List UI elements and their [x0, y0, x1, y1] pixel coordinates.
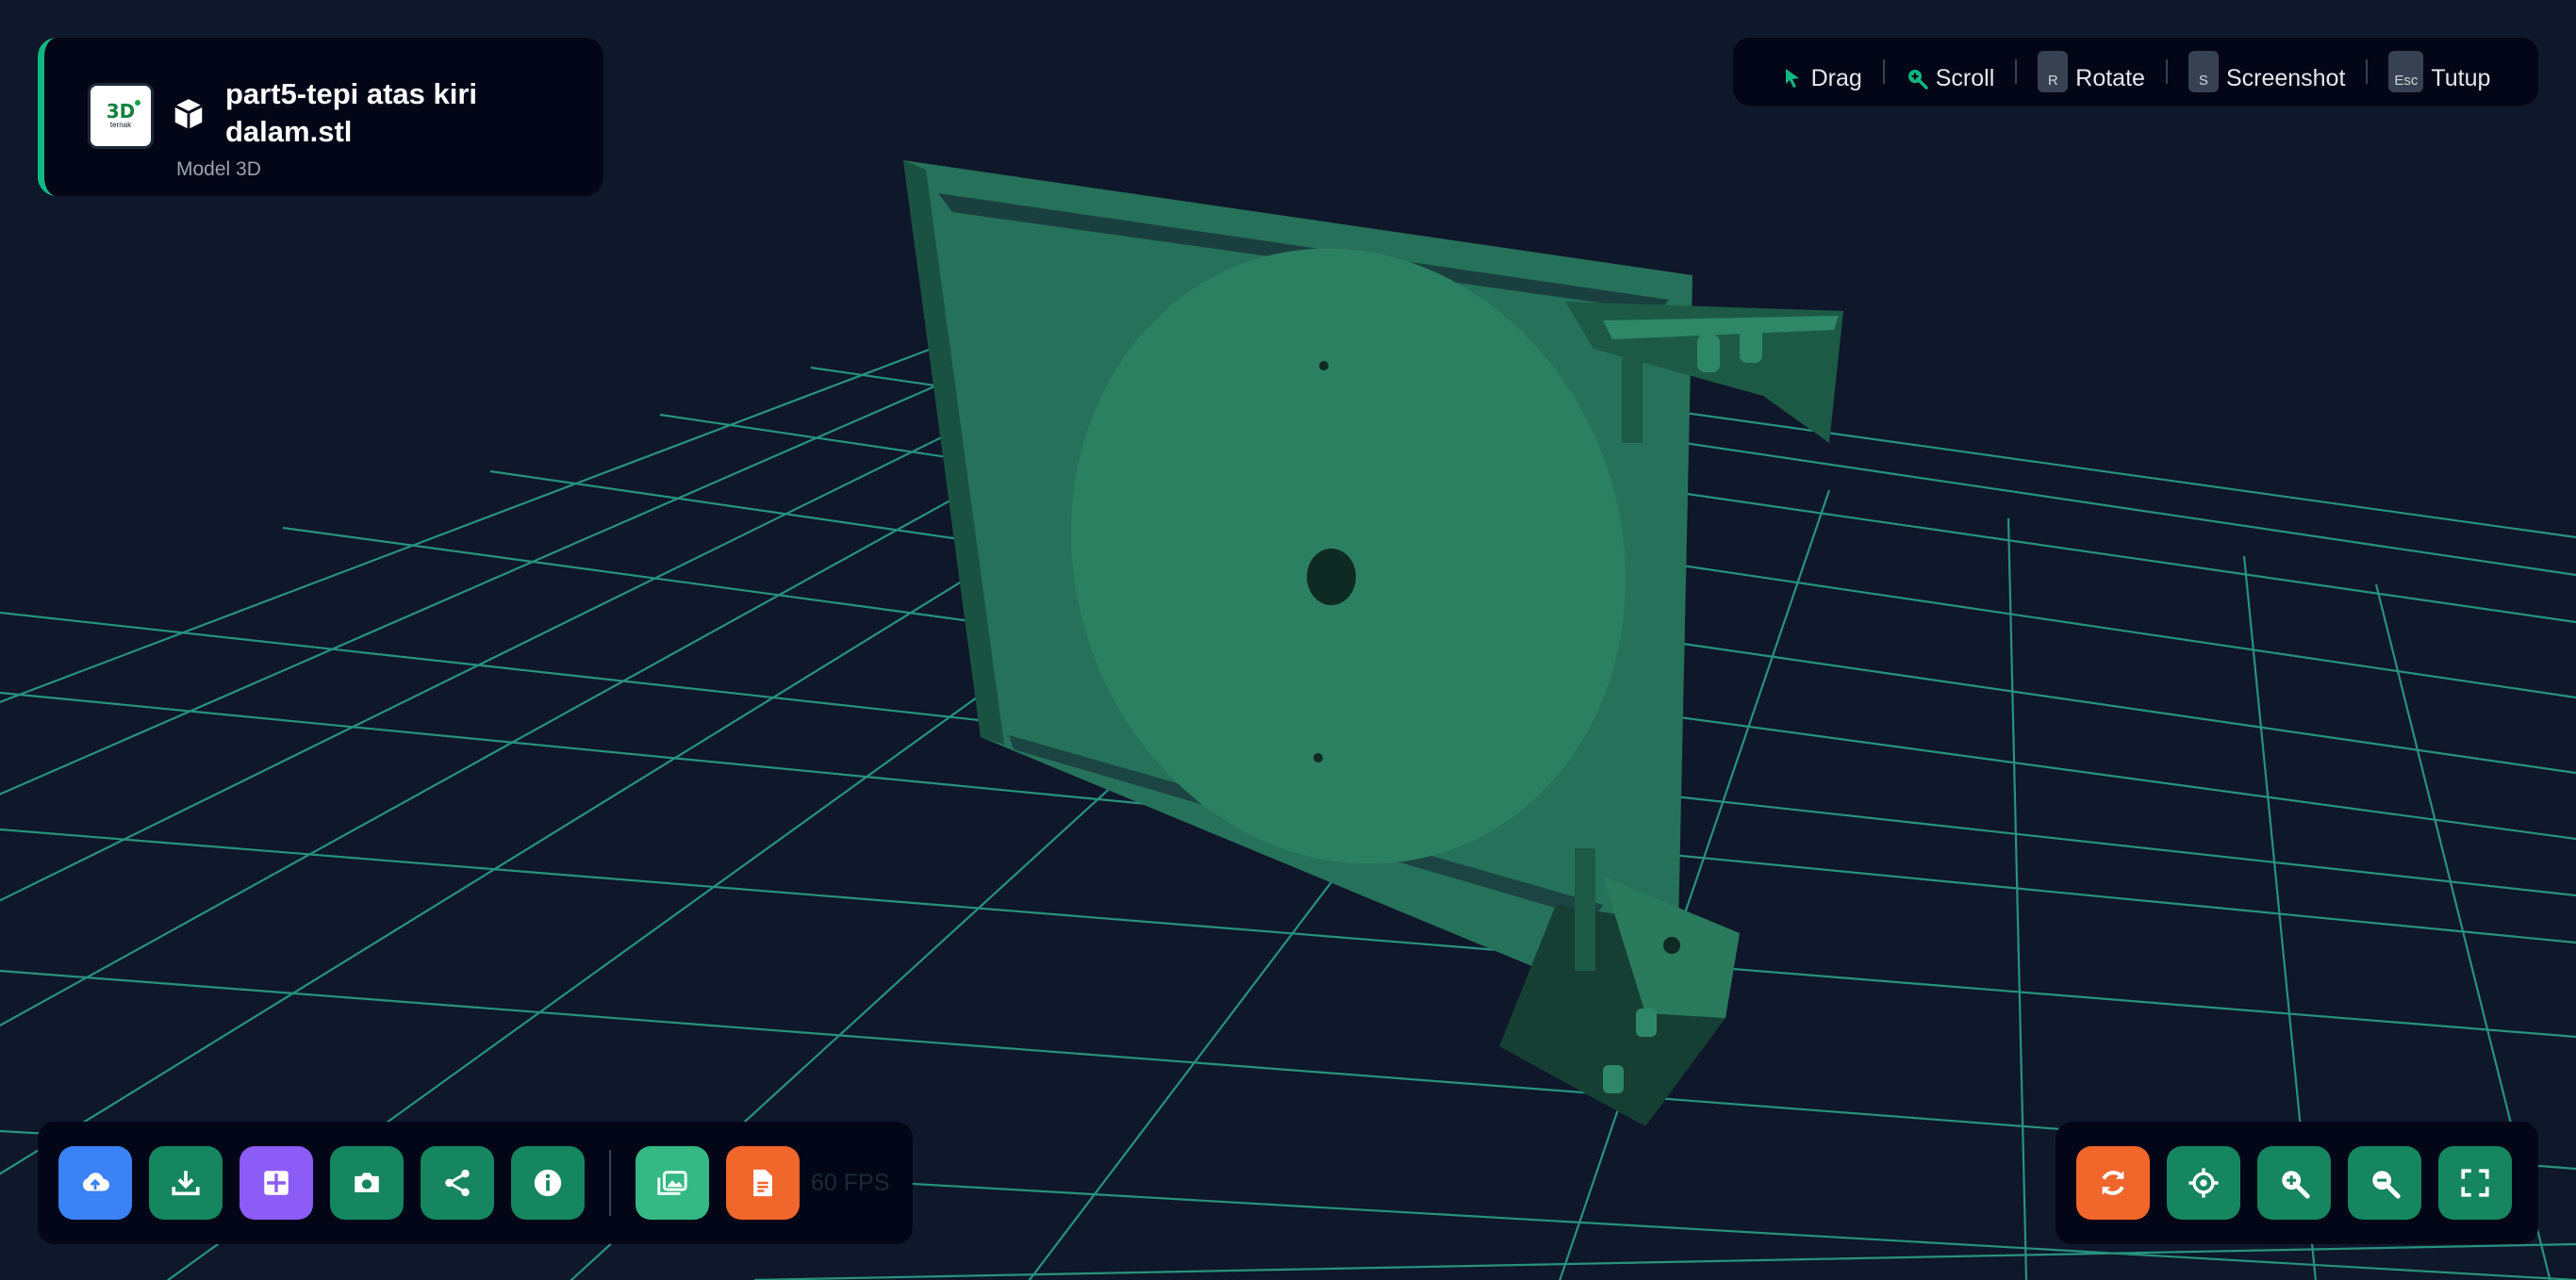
key-badge: Esc — [2388, 51, 2424, 92]
zoom-out-icon — [2372, 1171, 2401, 1199]
shortcut-rotate: R Rotate — [2017, 38, 2166, 106]
download-icon — [172, 1171, 200, 1196]
camera-icon — [355, 1173, 379, 1192]
shortcut-label: Rotate — [2075, 64, 2145, 91]
share-icon — [445, 1169, 470, 1197]
shortcut-label: Drag — [1810, 64, 1862, 91]
file-name: part5-tepi atas kiri dalam.stl — [225, 77, 478, 148]
cursor-icon — [1785, 69, 1799, 88]
grid-toggle-button[interactable] — [239, 1146, 313, 1220]
reset-view-button[interactable] — [2076, 1146, 2150, 1220]
refresh-icon — [2102, 1171, 2124, 1195]
fullscreen-button[interactable] — [2438, 1146, 2512, 1220]
stl-model[interactable] — [903, 160, 1843, 1126]
gallery-button[interactable] — [636, 1146, 709, 1220]
file-type-label: Model 3D — [176, 158, 261, 180]
zoom-out-button[interactable] — [2348, 1146, 2421, 1220]
zoom-in-icon — [2282, 1171, 2310, 1199]
shortcut-close: Esc Tutup — [2368, 38, 2511, 106]
info-button[interactable] — [511, 1146, 585, 1220]
shortcut-label: Tutup — [2431, 64, 2491, 91]
view-toolbar — [2056, 1122, 2538, 1244]
document-button[interactable] — [726, 1146, 800, 1220]
share-button[interactable] — [421, 1146, 494, 1220]
file-info-card: 3D ternak part5-tepi atas kiri dalam.stl… — [38, 38, 603, 196]
shortcut-label: Screenshot — [2225, 64, 2346, 91]
target-icon — [2188, 1168, 2219, 1198]
fps-counter: 60 FPS — [811, 1169, 890, 1196]
download-button[interactable] — [149, 1146, 223, 1220]
key-badge: S — [2188, 51, 2219, 92]
shortcut-label: Scroll — [1935, 64, 1995, 91]
zoom-in-button[interactable] — [2257, 1146, 2331, 1220]
center-view-button[interactable] — [2167, 1146, 2240, 1220]
info-icon — [534, 1169, 562, 1197]
shortcut-scroll: Scroll — [1885, 38, 2016, 106]
screenshot-button[interactable] — [330, 1146, 404, 1220]
zoom-icon — [1907, 70, 1928, 90]
key-badge: R — [2038, 51, 2069, 92]
shortcut-drag: Drag — [1760, 38, 1883, 106]
cube-icon — [174, 99, 203, 129]
toolbar-divider — [609, 1150, 611, 1216]
shortcut-screenshot: S Screenshot — [2168, 38, 2366, 106]
action-toolbar: 60 FPS — [38, 1122, 913, 1244]
gallery-icon — [657, 1171, 687, 1195]
shortcut-hints: Drag Scroll R Rotate S Screenshot Esc Tu… — [1733, 38, 2538, 106]
logo-text: 3D — [106, 100, 136, 123]
upload-icon — [82, 1173, 109, 1191]
upload-button[interactable] — [58, 1146, 132, 1220]
app-logo: 3D ternak — [88, 83, 154, 149]
grid-icon — [264, 1171, 289, 1195]
fullscreen-icon — [2461, 1169, 2489, 1197]
document-icon — [753, 1169, 772, 1197]
